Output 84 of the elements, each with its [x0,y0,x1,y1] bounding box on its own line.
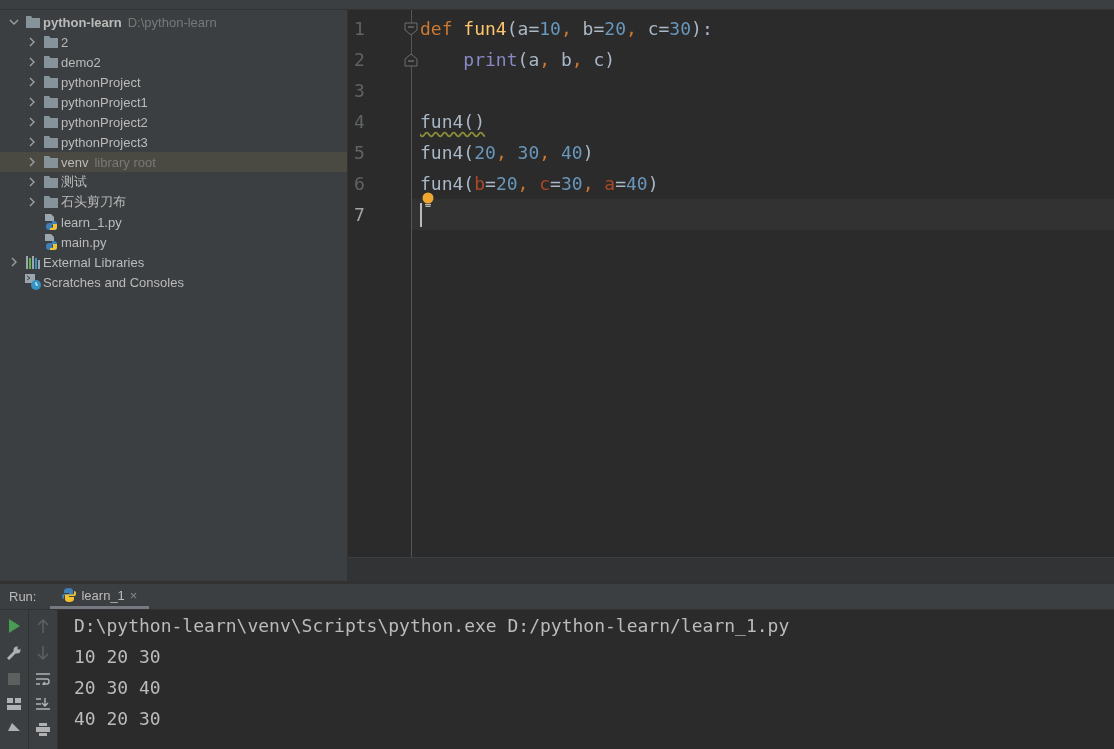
item-label: pythonProject [61,74,141,90]
scroll-to-end-icon[interactable] [36,698,50,710]
item-label: python-learn [43,14,122,30]
line-number: 4 [354,111,366,132]
tree-item[interactable]: 2 [0,32,347,52]
pin-icon[interactable] [8,723,20,731]
run-label: Run: [8,588,38,606]
chevron-icon[interactable] [9,17,19,27]
line-number: 1 [354,18,366,39]
line-number: 2 [354,49,366,70]
tree-item[interactable]: demo2 [0,52,347,72]
tree-item[interactable]: 测试 [0,172,347,192]
fold-icon[interactable] [404,52,418,67]
item-label: Scratches and Consoles [43,274,184,290]
console-line: 10 20 30 [74,645,162,669]
tree-item[interactable]: Scratches and Consoles [0,272,347,292]
path-hint: D:\python-learn [127,14,217,30]
folder-icon [44,76,58,88]
lightbulb-icon[interactable] [422,192,434,207]
wrench-icon[interactable] [7,646,21,660]
fold-icon[interactable] [404,21,418,36]
item-label: pythonProject1 [61,94,148,110]
folder-icon [44,136,58,148]
code-line: def fun4(a=10, b=20, c=30): [420,19,713,38]
chevron-icon[interactable] [27,177,37,187]
line-number: 3 [354,80,366,101]
item-label: main.py [61,234,107,250]
item-label: 测试 [61,173,87,191]
chevron-icon[interactable] [27,97,37,107]
folder-icon [44,116,58,128]
line-number: 7 [354,204,366,225]
tree-item[interactable]: pythonProject3 [0,132,347,152]
item-label: External Libraries [43,254,145,270]
folder-icon [44,36,58,48]
folder-icon [44,196,58,208]
print-icon[interactable] [36,723,50,736]
python-file-icon [44,234,58,250]
item-label: pythonProject2 [61,114,148,130]
layout-icon[interactable] [7,698,21,710]
item-label: venv [61,154,89,170]
chevron-icon[interactable] [27,157,37,167]
item-label: 石头剪刀布 [61,193,126,211]
code-line: fun4() [420,112,486,131]
chevron-icon[interactable] [27,57,37,67]
folder-icon [44,56,58,68]
tree-item[interactable]: pythonProject1 [0,92,347,112]
folder-icon [44,176,58,188]
close-icon[interactable]: × [129,587,138,603]
python-file-icon [44,214,58,230]
folder-icon [26,16,40,28]
library-icon [26,255,40,269]
chevron-icon[interactable] [27,77,37,87]
chevron-icon[interactable] [27,37,37,47]
code-line: fun4(b=20, c=30, a=40) [420,174,659,193]
tree-item[interactable]: python-learn D:\python-learn [0,12,347,32]
folder-icon [44,156,58,168]
line-number: 6 [354,173,366,194]
tree-item[interactable]: main.py [0,232,347,252]
item-label: 2 [61,34,69,50]
code-line: fun4(20, 30, 40) [420,143,594,162]
run-tab[interactable]: learn_1 × [50,584,150,609]
item-label: demo2 [61,54,101,70]
folder-icon [44,96,58,108]
console-line: 40 20 30 [74,707,162,731]
tree-item[interactable]: 石头剪刀布 [0,192,347,212]
soft-wrap-icon[interactable] [36,673,50,685]
chevron-icon[interactable] [9,257,19,267]
text-caret [420,202,422,227]
code-line: print(a, b, c) [462,50,616,69]
chevron-icon[interactable] [27,137,37,147]
scratch-clock-icon [25,274,41,290]
item-label: pythonProject3 [61,134,148,150]
console-line: D:\python-learn\venv\Scripts\python.exe D:/python-learn/learn_1.py [74,614,791,638]
chevron-icon[interactable] [27,117,37,127]
python-icon [62,588,77,602]
tree-item[interactable]: pythonProject2 [0,112,347,132]
tree-item[interactable]: pythonProject [0,72,347,92]
item-label: learn_1.py [61,214,122,230]
run-icon[interactable] [8,619,20,633]
tree-item[interactable]: External Libraries [0,252,347,272]
chevron-icon[interactable] [27,197,37,207]
console-line: 20 30 40 [74,676,162,700]
line-number: 5 [354,142,366,163]
tree-item[interactable]: learn_1.py [0,212,347,232]
